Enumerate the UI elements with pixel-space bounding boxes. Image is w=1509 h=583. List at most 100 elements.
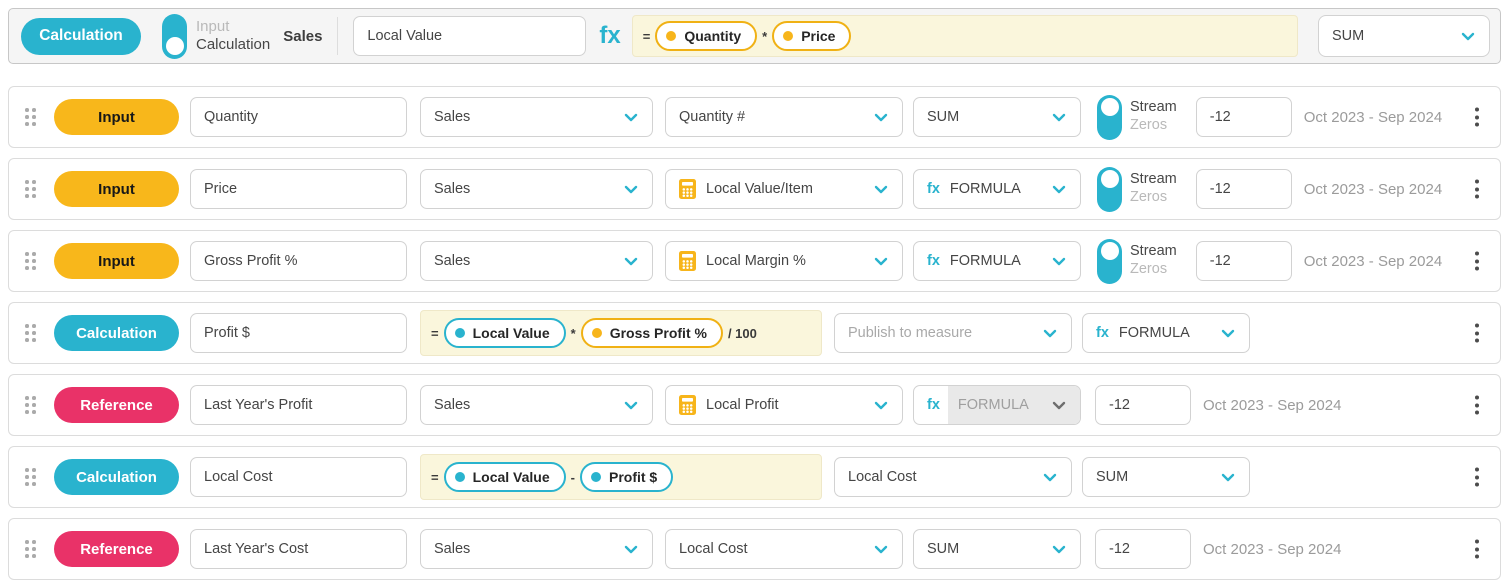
publish-to-measure-dropdown[interactable]: Local Cost xyxy=(834,457,1072,497)
dimension-dropdown[interactable]: Sales xyxy=(420,97,653,137)
formula-token-profit[interactable]: Profit $ xyxy=(580,462,673,492)
measure-dropdown[interactable]: Local Value/Item xyxy=(665,169,903,209)
aggregation-value: SUM xyxy=(1332,28,1364,44)
row-menu-kebab-icon[interactable] xyxy=(1471,176,1483,203)
row-type-badge[interactable]: Calculation xyxy=(54,459,179,495)
row-menu-kebab-icon[interactable] xyxy=(1471,104,1483,131)
dimension-value: Sales xyxy=(434,181,470,197)
dimension-dropdown[interactable]: Sales xyxy=(420,169,653,209)
disabled-fill: FORMULA xyxy=(948,386,1080,424)
aggregation-dropdown[interactable]: fx FORMULA xyxy=(1082,313,1250,353)
formula-token-local-value[interactable]: Local Value xyxy=(444,462,566,492)
drag-handle-icon[interactable] xyxy=(25,396,36,414)
row-name-input[interactable] xyxy=(190,241,407,281)
row-type-badge[interactable]: Input xyxy=(54,243,179,279)
row-type-badge[interactable]: Input xyxy=(54,171,179,207)
row-type-badge[interactable]: Input xyxy=(54,99,179,135)
drag-handle-icon[interactable] xyxy=(25,540,36,558)
toggle-knob[interactable] xyxy=(166,37,184,55)
fx-icon: fx xyxy=(1096,325,1109,341)
chevron-down-icon xyxy=(1052,185,1066,194)
offset-input[interactable] xyxy=(1196,97,1292,137)
aggregation-dropdown[interactable]: fx FORMULA xyxy=(913,241,1081,281)
row-menu-kebab-icon[interactable] xyxy=(1471,464,1483,491)
chevron-down-icon xyxy=(1052,113,1066,122)
measure-dot-icon xyxy=(666,31,676,41)
aggregation-dropdown[interactable]: SUM xyxy=(1082,457,1250,497)
dimension-dropdown[interactable]: Sales xyxy=(420,241,653,281)
dimension-value: Sales xyxy=(434,397,470,413)
measure-dropdown[interactable]: Local Margin % xyxy=(665,241,903,281)
input-calculation-toggle[interactable] xyxy=(162,14,187,59)
formula-token-price[interactable]: Price xyxy=(772,21,851,51)
header-type-badge[interactable]: Calculation xyxy=(21,18,141,55)
row-name-input[interactable] xyxy=(190,529,407,569)
row-formula-bar[interactable]: = Local Value - Profit $ xyxy=(420,454,822,500)
aggregation-value: SUM xyxy=(1096,469,1128,485)
row-name-input[interactable] xyxy=(190,169,407,209)
drag-handle-icon[interactable] xyxy=(25,180,36,198)
drag-handle-icon[interactable] xyxy=(25,468,36,486)
stream-zeros-toggle[interactable] xyxy=(1097,239,1122,284)
row-menu-kebab-icon[interactable] xyxy=(1471,320,1483,347)
aggregation-dropdown[interactable]: fx FORMULA xyxy=(913,169,1081,209)
equals-sign: = xyxy=(431,326,439,341)
row-type-badge[interactable]: Calculation xyxy=(54,315,179,351)
measure-dropdown[interactable]: Quantity # xyxy=(665,97,903,137)
chevron-down-icon xyxy=(1221,329,1235,338)
toggle-option-stream: Stream xyxy=(1130,243,1177,261)
toggle-option-zeros: Zeros xyxy=(1130,261,1177,279)
dimension-value: Sales xyxy=(434,253,470,269)
row-name-input[interactable] xyxy=(190,457,407,497)
measure-dot-icon xyxy=(591,472,601,482)
stream-zeros-toggle[interactable] xyxy=(1097,95,1122,140)
chevron-down-icon xyxy=(874,545,888,554)
drag-handle-icon[interactable] xyxy=(25,324,36,342)
aggregation-value: FORMULA xyxy=(950,253,1021,269)
row-menu-kebab-icon[interactable] xyxy=(1471,392,1483,419)
row-name-input[interactable] xyxy=(190,97,407,137)
offset-input[interactable] xyxy=(1196,169,1292,209)
header-name-input[interactable] xyxy=(353,16,586,56)
calculator-icon xyxy=(679,395,696,415)
row-type-badge[interactable]: Reference xyxy=(54,531,179,567)
toggle-option-stream: Stream xyxy=(1130,99,1177,117)
toggle-option-stream: Stream xyxy=(1130,171,1177,189)
drag-handle-icon[interactable] xyxy=(25,108,36,126)
aggregation-dropdown-disabled: fx FORMULA xyxy=(913,385,1081,425)
aggregation-dropdown[interactable]: SUM xyxy=(913,97,1081,137)
formula-operator: * xyxy=(762,29,767,44)
stream-zeros-toggle[interactable] xyxy=(1097,167,1122,212)
aggregation-dropdown[interactable]: SUM xyxy=(913,529,1081,569)
header-aggregation-dropdown[interactable]: SUM xyxy=(1318,15,1490,57)
header-formula-bar[interactable]: = Quantity * Price xyxy=(632,15,1298,57)
dimension-dropdown[interactable]: Sales xyxy=(420,529,653,569)
drag-handle-icon[interactable] xyxy=(25,252,36,270)
measure-dropdown[interactable]: Local Profit xyxy=(665,385,903,425)
row-menu-kebab-icon[interactable] xyxy=(1471,536,1483,563)
row-name-input[interactable] xyxy=(190,313,407,353)
measure-value: Local Margin % xyxy=(706,253,806,269)
publish-to-measure-dropdown[interactable]: Publish to measure xyxy=(834,313,1072,353)
dimension-dropdown[interactable]: Sales xyxy=(420,385,653,425)
chevron-down-icon xyxy=(1052,257,1066,266)
measure-dot-icon xyxy=(592,328,602,338)
formula-token-quantity[interactable]: Quantity xyxy=(655,21,757,51)
row-formula-bar[interactable]: = Local Value * Gross Profit % / 100 xyxy=(420,310,822,356)
row-name-input[interactable] xyxy=(190,385,407,425)
formula-token-local-value[interactable]: Local Value xyxy=(444,318,566,348)
formula-token-gross-profit[interactable]: Gross Profit % xyxy=(581,318,723,348)
row-type-badge[interactable]: Reference xyxy=(54,387,179,423)
stream-zeros-toggle-labels: Stream Zeros xyxy=(1130,243,1177,278)
row-menu-kebab-icon[interactable] xyxy=(1471,248,1483,275)
offset-input[interactable] xyxy=(1196,241,1292,281)
offset-input[interactable] xyxy=(1095,385,1191,425)
toggle-knob[interactable] xyxy=(1101,170,1119,188)
toggle-knob[interactable] xyxy=(1101,242,1119,260)
offset-input[interactable] xyxy=(1095,529,1191,569)
measure-rows-list: Input Sales Quantity # SUM Stream Zeros … xyxy=(0,86,1509,580)
measure-dropdown[interactable]: Local Cost xyxy=(665,529,903,569)
stream-zeros-toggle-labels: Stream Zeros xyxy=(1130,171,1177,206)
toggle-knob[interactable] xyxy=(1101,98,1119,116)
equals-sign: = xyxy=(431,470,439,485)
